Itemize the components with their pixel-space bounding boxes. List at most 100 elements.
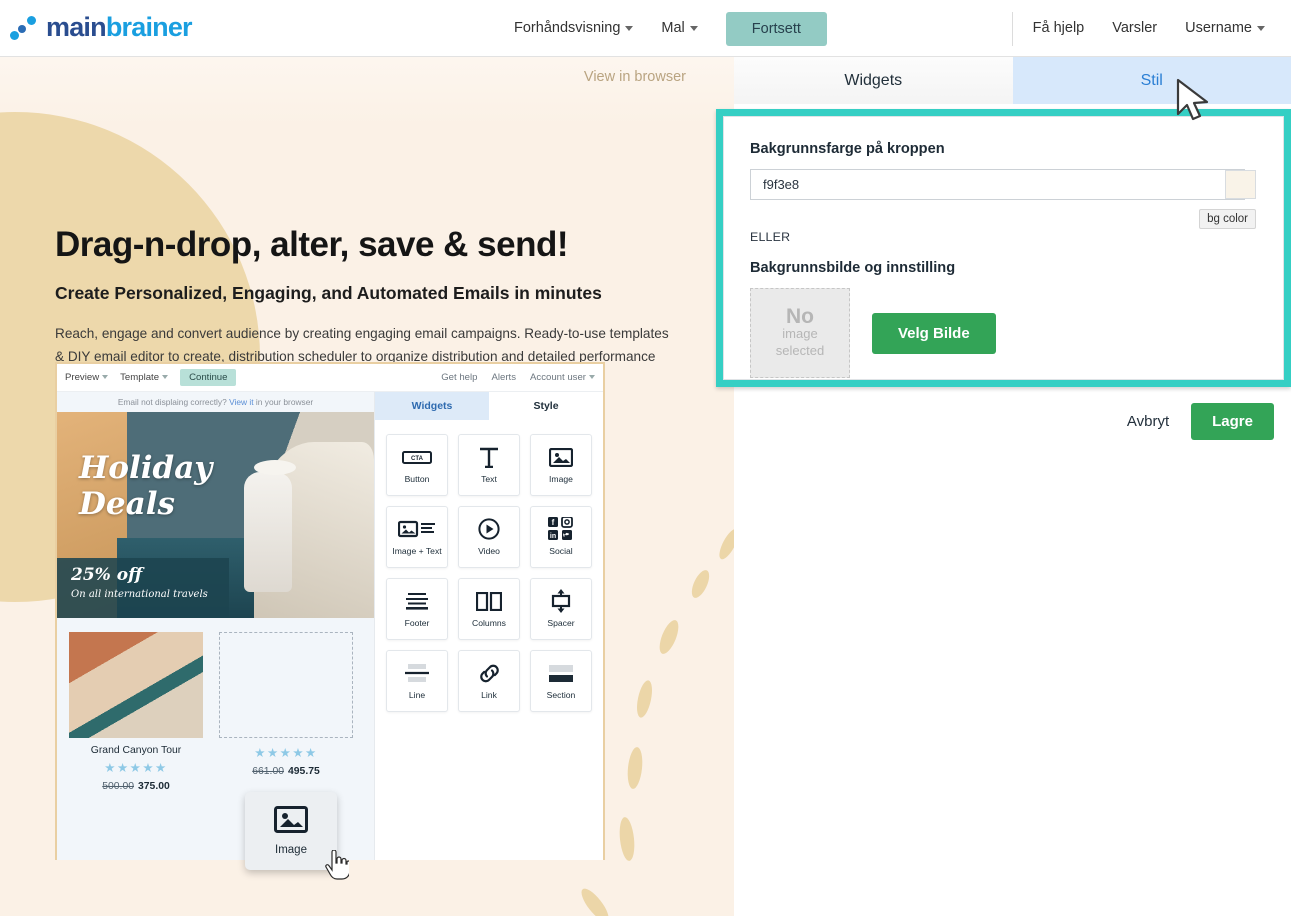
bg-color-input[interactable] [750, 169, 1245, 200]
image-icon [274, 806, 308, 838]
cancel-button[interactable]: Avbryt [1127, 413, 1169, 430]
inner-continue-button[interactable]: Continue [180, 369, 237, 386]
drag-ghost-image-widget[interactable]: Image [245, 792, 337, 870]
widget-label: Text [481, 474, 497, 484]
nav-center-group: Forhåndsvisning Mal Fortsett [500, 0, 827, 57]
inner-notice-suffix: in your browser [255, 397, 314, 407]
widget-label: Columns [472, 618, 506, 628]
product-rating-stars: ★★★★★ [254, 746, 318, 760]
product-image [69, 632, 203, 738]
nav-right-group: Få hjelp Varsler Username [1011, 0, 1279, 57]
hero-discount-percent: 25% off [71, 565, 143, 585]
product-prices: 661.00 495.75 [219, 766, 353, 777]
highlighted-settings-box: Bakgrunnsfarge på kroppen bg color ELLER… [716, 109, 1291, 387]
widget-section[interactable]: Section [530, 650, 592, 712]
decorative-stroke [577, 884, 613, 916]
svg-text:CTA: CTA [411, 456, 424, 462]
nav-username[interactable]: Username [1171, 0, 1279, 57]
widget-line[interactable]: Line [386, 650, 448, 712]
product-card[interactable]: Grand Canyon Tour ★★★★★ 500.00 375.00 [69, 632, 203, 792]
inner-notice-link[interactable]: View it [229, 397, 254, 407]
style-settings-panel: Widgets Stil Bakgrunnsfarge på kroppen b… [716, 57, 1291, 916]
inner-template-label: Template [120, 372, 160, 383]
widget-image[interactable]: Image [530, 434, 592, 496]
product-card-drop-target[interactable]: ★★★★★ 661.00 495.75 [219, 632, 353, 792]
decorative-stroke [688, 567, 713, 601]
nav-username-label: Username [1185, 20, 1252, 36]
widget-video[interactable]: Video [458, 506, 520, 568]
inner-widget-grid: CTA Button Text Image Image + Text Video… [375, 420, 603, 726]
decorative-stroke [655, 617, 683, 657]
section-icon [548, 662, 574, 684]
no-image-line3: selected [775, 342, 825, 358]
widget-text[interactable]: Text [458, 434, 520, 496]
no-image-placeholder: No image selected [750, 288, 850, 378]
mainbrainer-logo[interactable]: mainbrainer [10, 12, 193, 43]
widget-columns[interactable]: Columns [458, 578, 520, 640]
inner-tab-style[interactable]: Style [489, 392, 603, 420]
inner-notice-prefix: Email not displaing correctly? [117, 397, 227, 407]
continue-button[interactable]: Fortsett [725, 11, 827, 46]
widget-label: Section [546, 690, 576, 700]
svg-text:in: in [550, 533, 556, 540]
columns-icon [476, 590, 502, 612]
widget-label: Link [481, 690, 497, 700]
chevron-down-icon [102, 375, 109, 380]
widget-label: Spacer [547, 618, 575, 628]
app-root: mainbrainer Forhåndsvisning Mal Fortsett… [0, 0, 1291, 916]
inner-account-user-label: Account user [530, 372, 586, 383]
inner-account-user[interactable]: Account user [530, 372, 595, 383]
tab-stil[interactable]: Stil [1012, 57, 1291, 104]
social-icons: f in [548, 517, 574, 540]
nav-divider [1011, 11, 1013, 46]
bg-color-swatch[interactable] [1225, 170, 1256, 199]
inner-email-preview: Email not displaing correctly? View it i… [57, 392, 374, 880]
widget-label: Line [408, 690, 426, 700]
inner-preview-label: Preview [65, 372, 100, 383]
inner-preview-menu[interactable]: Preview [65, 372, 109, 383]
inner-get-help[interactable]: Get help [441, 372, 477, 383]
save-button[interactable]: Lagre [1191, 403, 1274, 440]
widget-button[interactable]: CTA Button [386, 434, 448, 496]
decorative-stroke [634, 679, 655, 719]
inner-tab-widgets[interactable]: Widgets [375, 392, 489, 420]
view-in-browser-link[interactable]: View in browser [584, 69, 686, 85]
hero-hat [254, 460, 296, 475]
nav-notifications[interactable]: Varsler [1098, 0, 1171, 57]
widget-label: Image + Text [392, 546, 442, 556]
product-prices: 500.00 375.00 [69, 781, 203, 792]
inner-toolbar-right: Get help Alerts Account user [427, 372, 595, 383]
widget-label: Video [478, 546, 500, 556]
logo-text-brainer: brainer [105, 12, 193, 42]
hand-cursor-icon [325, 849, 351, 880]
video-play-icon [478, 518, 500, 540]
widget-label: Footer [404, 618, 430, 628]
inner-alerts[interactable]: Alerts [491, 372, 516, 383]
chevron-down-icon [1257, 25, 1265, 31]
widget-label: Button [404, 474, 430, 484]
tab-widgets[interactable]: Widgets [734, 57, 1013, 104]
chevron-down-icon [625, 25, 634, 31]
widget-footer[interactable]: Footer [386, 578, 448, 640]
hero-discount-sub: On all international travels [71, 589, 208, 600]
inner-widget-tabs: Widgets Style [375, 392, 603, 420]
inner-template-menu[interactable]: Template [120, 372, 169, 383]
widget-image-text[interactable]: Image + Text [386, 506, 448, 568]
inner-email-notice: Email not displaing correctly? View it i… [57, 392, 374, 412]
inner-hero-image[interactable]: Holiday Deals 25% off On all internation… [57, 412, 374, 618]
canvas-subheadline: Create Personalized, Engaging, and Autom… [55, 283, 602, 303]
spacer-arrows-icon [550, 589, 572, 613]
nav-forhandsvisning[interactable]: Forhåndsvisning [500, 0, 647, 57]
canvas-headline: Drag-n-drop, alter, save & send! [55, 225, 569, 264]
product-image-placeholder[interactable] [219, 632, 353, 738]
nav-mal[interactable]: Mal [647, 0, 711, 57]
mouse-cursor-icon [1175, 78, 1217, 126]
widget-spacer[interactable]: Spacer [530, 578, 592, 640]
widget-link[interactable]: Link [458, 650, 520, 712]
inner-editor-screenshot: Preview Template Continue Get help Alert… [55, 362, 605, 880]
widget-social[interactable]: f in Social [530, 506, 592, 568]
hero-title-line1: Holiday [79, 450, 213, 486]
bg-image-label: Bakgrunnsbilde og innstilling [750, 260, 956, 276]
choose-image-button[interactable]: Velg Bilde [872, 312, 996, 354]
nav-get-help[interactable]: Få hjelp [1019, 0, 1099, 57]
